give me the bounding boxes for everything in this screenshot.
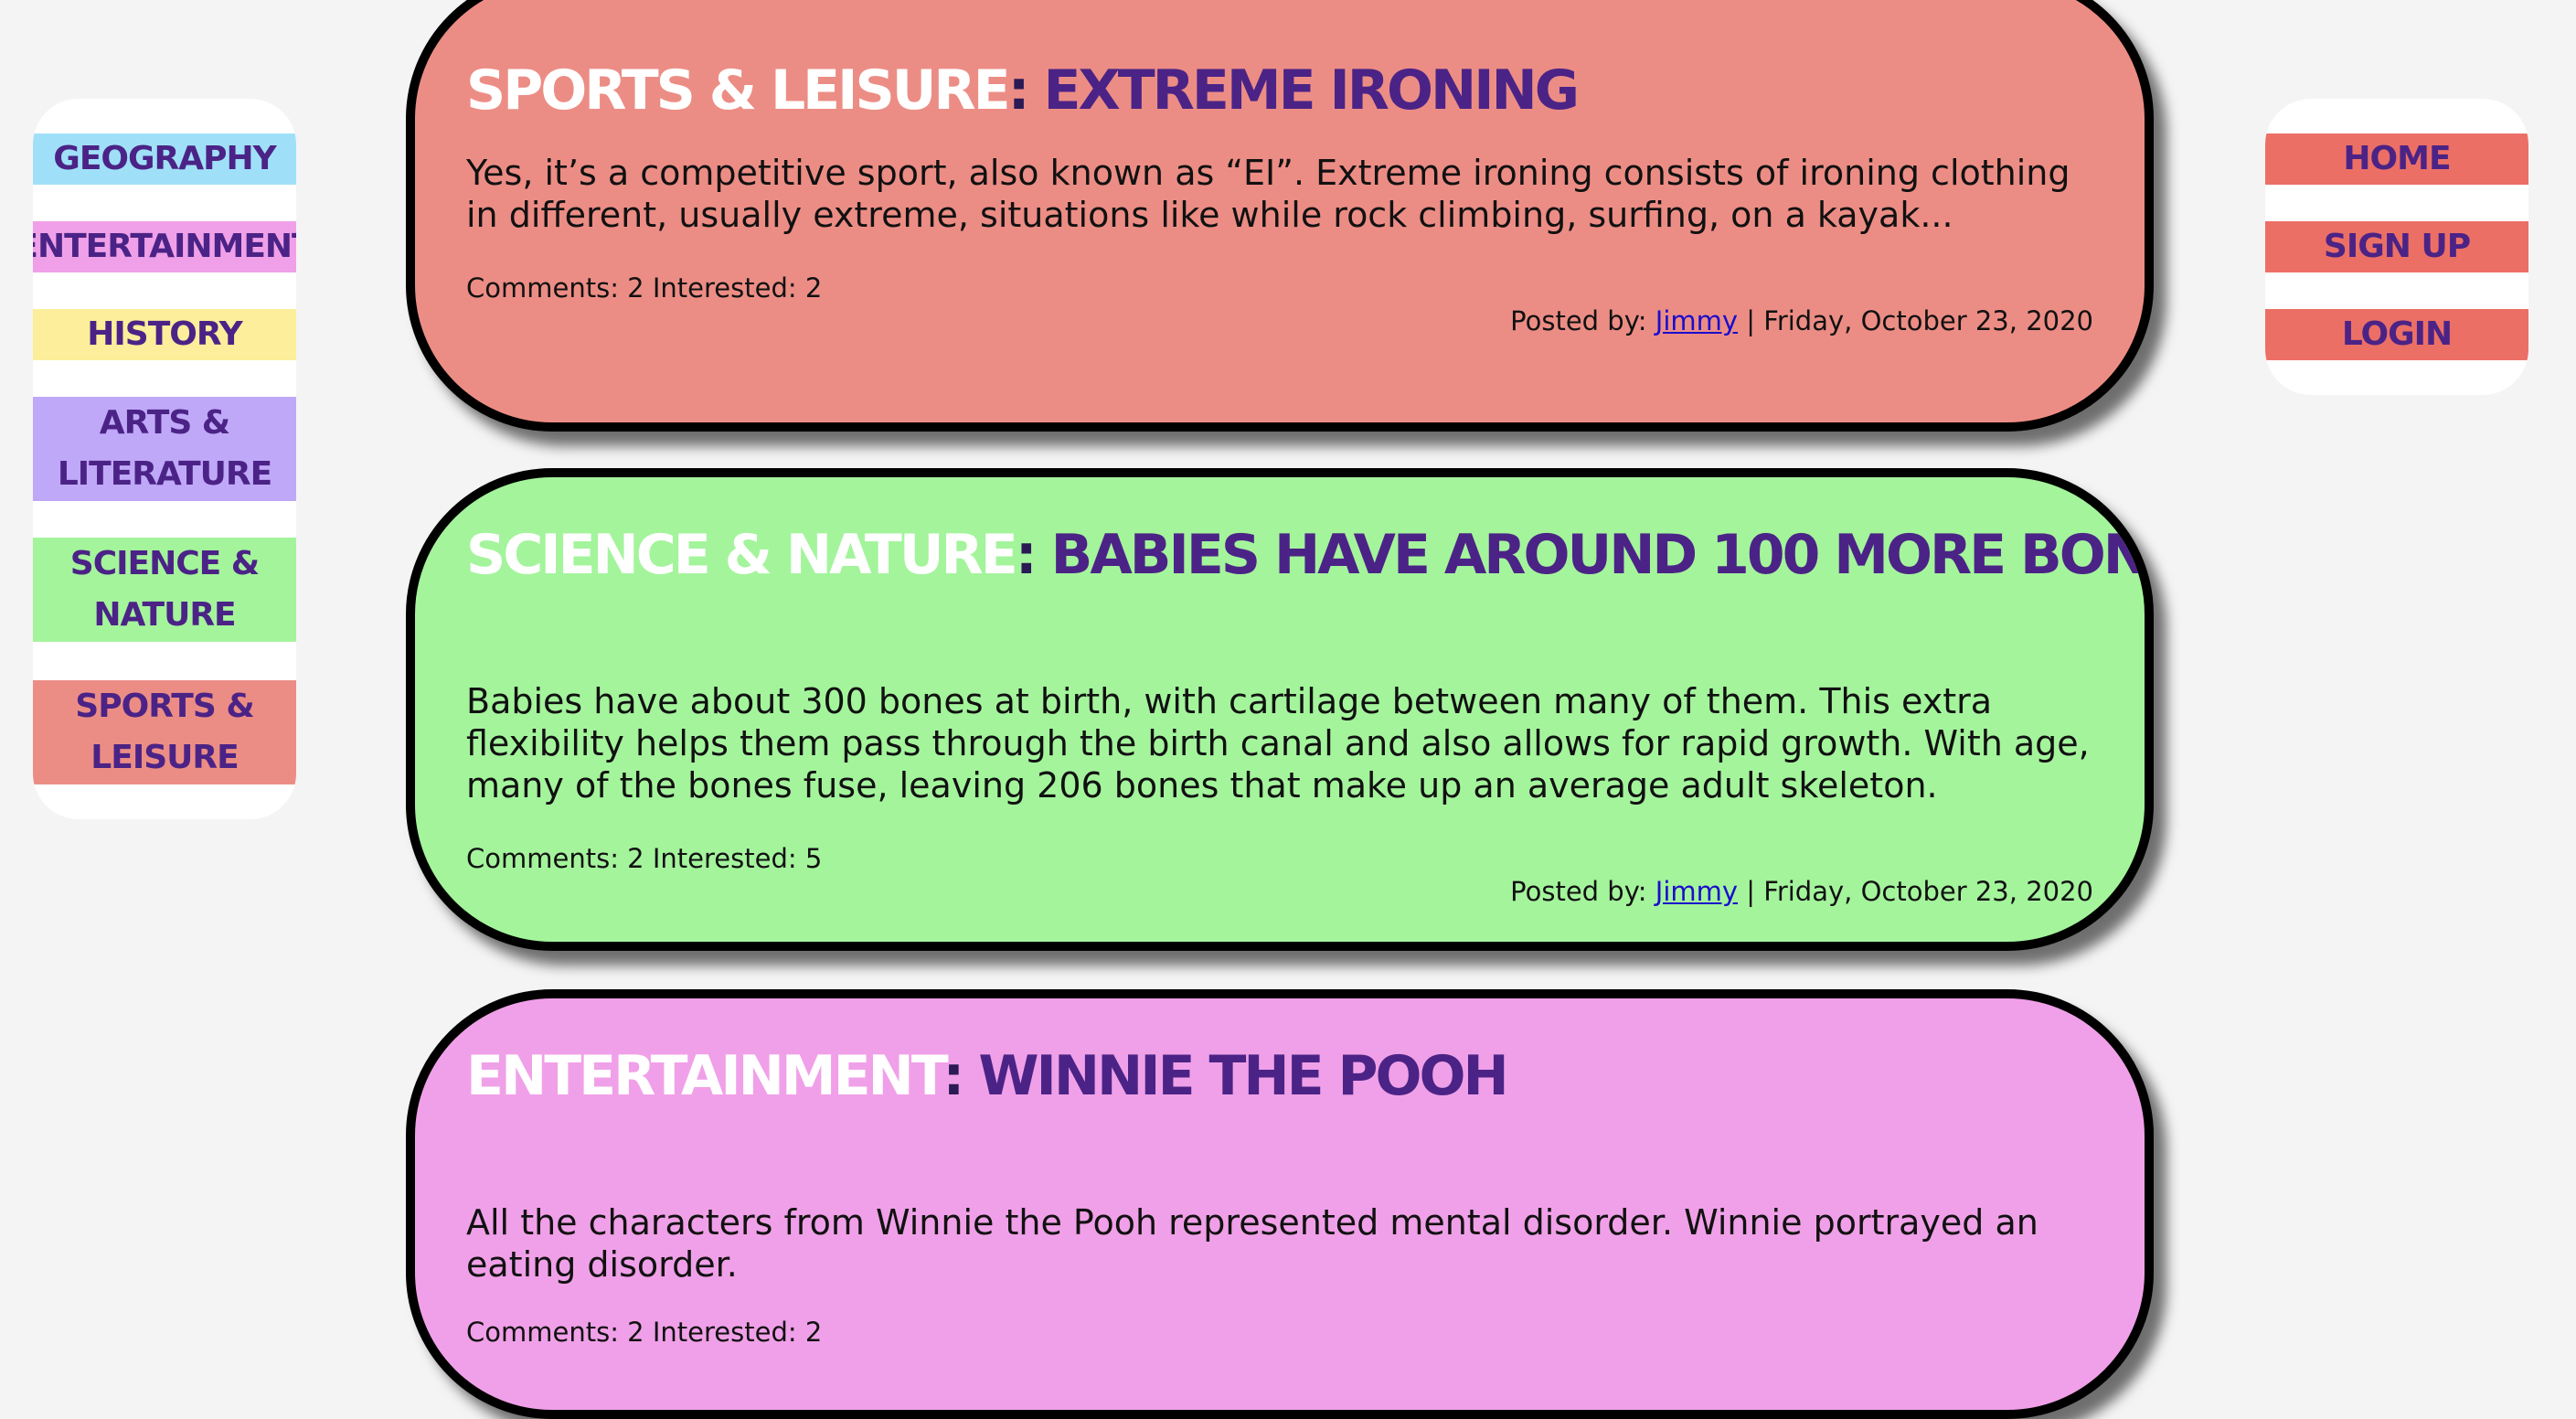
- post-category: ENTERTAINMENT: [466, 1044, 945, 1108]
- post-topic: WINNIE THE POOH: [978, 1044, 1508, 1108]
- title-separator: :: [1007, 59, 1030, 123]
- post-meta: Posted by: Jimmy | Friday, October 23, 2…: [1510, 876, 2093, 907]
- nav-history[interactable]: HISTORY: [33, 309, 296, 360]
- post-category: SCIENCE & NATURE: [466, 523, 1018, 587]
- post-meta: Posted by: Jimmy | Friday, October 23, 2…: [1510, 305, 2093, 336]
- posted-by-label: Posted by:: [1510, 305, 1647, 336]
- post-topic: EXTREME IRONING: [1043, 59, 1580, 123]
- author-link[interactable]: Jimmy: [1655, 305, 1738, 336]
- author-link[interactable]: Jimmy: [1655, 876, 1738, 907]
- nav-science-nature[interactable]: SCIENCE & NATURE: [33, 538, 296, 642]
- post-category: SPORTS & LEISURE: [466, 59, 1011, 123]
- title-separator: :: [1015, 523, 1038, 587]
- post-date: | Friday, October 23, 2020: [1746, 876, 2093, 907]
- nav-entertainment[interactable]: ENTERTAINMENT: [33, 221, 296, 272]
- nav-arts-literature[interactable]: ARTS & LITERATURE: [33, 397, 296, 501]
- post-stats: Comments: 2 Interested: 2: [466, 1317, 823, 1348]
- post-body: All the characters from Winnie the Pooh …: [466, 1202, 2038, 1285]
- nav-sign-up[interactable]: SIGN UP: [2265, 221, 2528, 272]
- account-nav: HOME SIGN UP LOGIN: [2265, 99, 2528, 395]
- post-title[interactable]: SCIENCE & NATURE: BABIES HAVE AROUND 100…: [466, 523, 2146, 587]
- post-date: | Friday, October 23, 2020: [1746, 305, 2093, 336]
- post-stats: Comments: 2 Interested: 2: [466, 272, 823, 304]
- post-body: Babies have about 300 bones at birth, wi…: [466, 681, 2090, 806]
- post-card: SPORTS & LEISURE: EXTREME IRONING Yes, i…: [406, 0, 2154, 432]
- title-separator: :: [942, 1044, 964, 1108]
- post-body: Yes, it’s a competitive sport, also know…: [466, 153, 2070, 235]
- post-topic: BABIES HAVE AROUND 100 MORE BONES THAN A…: [1050, 523, 2146, 587]
- post-title[interactable]: ENTERTAINMENT: WINNIE THE POOH: [466, 1044, 1509, 1108]
- nav-login[interactable]: LOGIN: [2265, 309, 2528, 360]
- post-card: SCIENCE & NATURE: BABIES HAVE AROUND 100…: [406, 468, 2154, 951]
- post-title[interactable]: SPORTS & LEISURE: EXTREME IRONING: [466, 59, 1580, 123]
- nav-sports-leisure[interactable]: SPORTS & LEISURE: [33, 680, 296, 784]
- post-stats: Comments: 2 Interested: 5: [466, 843, 823, 874]
- category-sidebar: GEOGRAPHY ENTERTAINMENT HISTORY ARTS & L…: [33, 99, 296, 819]
- nav-geography[interactable]: GEOGRAPHY: [33, 133, 296, 185]
- post-card: ENTERTAINMENT: WINNIE THE POOH All the c…: [406, 989, 2154, 1419]
- nav-home[interactable]: HOME: [2265, 133, 2528, 185]
- posted-by-label: Posted by:: [1510, 876, 1647, 907]
